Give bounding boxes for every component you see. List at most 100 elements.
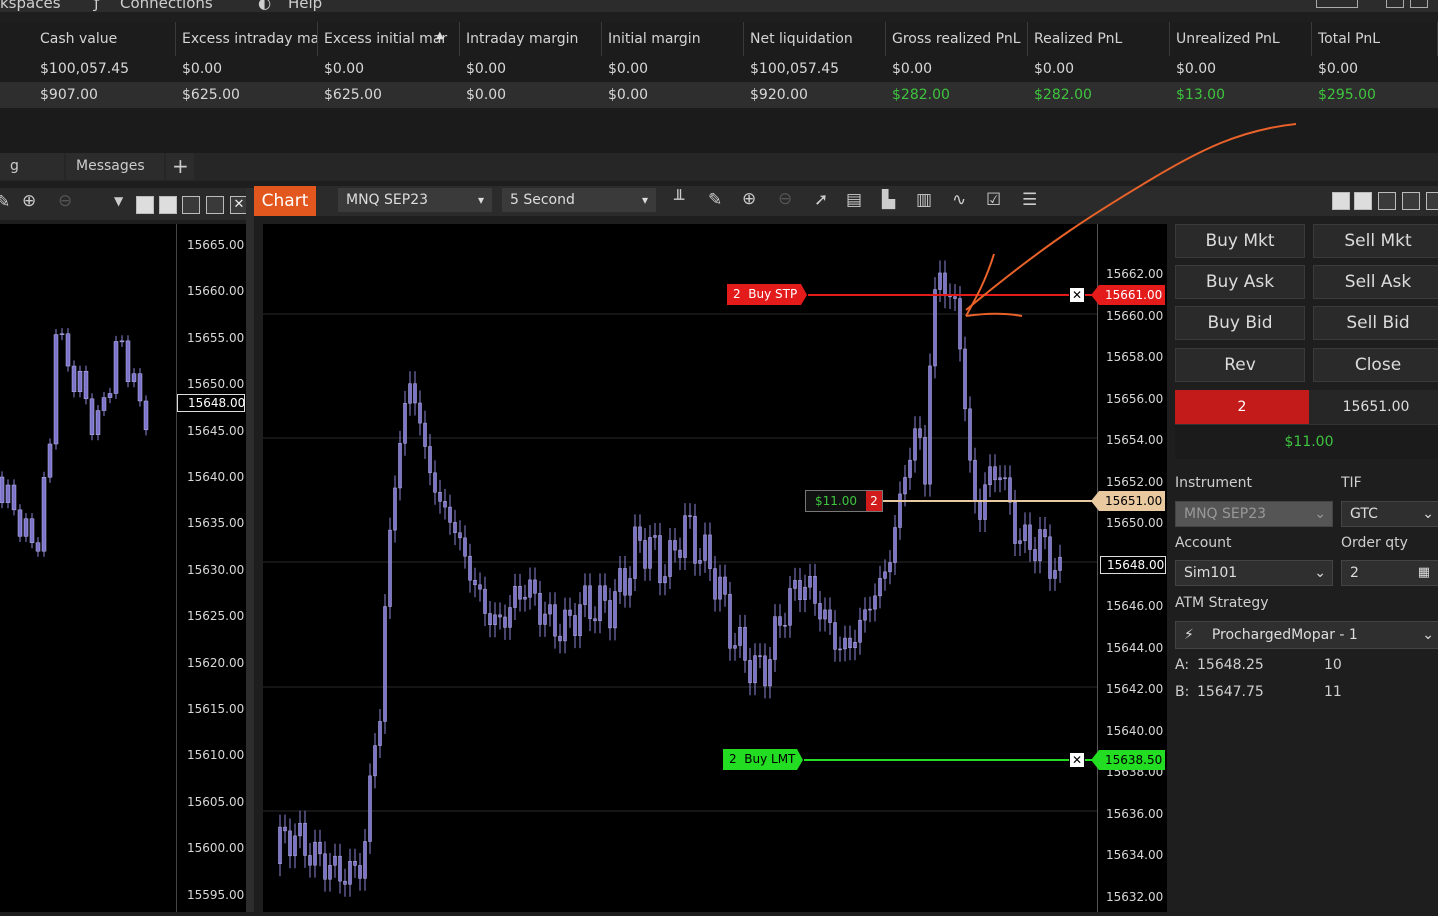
sell-mkt-button[interactable]: Sell Mkt — [1313, 224, 1438, 258]
candle — [528, 579, 532, 598]
maximize-button[interactable] — [206, 196, 224, 214]
column-header[interactable]: Initial margin — [602, 22, 744, 56]
zoom-out-icon[interactable]: ⊖ — [778, 189, 792, 209]
buy-mkt-button[interactable]: Buy Mkt — [1175, 224, 1305, 258]
candle — [768, 659, 772, 687]
window-restore-button[interactable] — [1386, 0, 1404, 8]
maximize-button[interactable] — [1402, 192, 1420, 210]
account-select[interactable]: Sim101 ⌄ — [1175, 560, 1333, 586]
cancel-limit-icon[interactable]: ✕ — [1069, 752, 1085, 768]
tif-select[interactable]: GTC ⌄ — [1341, 501, 1438, 527]
candle — [398, 443, 402, 489]
candle — [548, 604, 552, 615]
candle — [668, 540, 672, 577]
chart-trader-icon[interactable]: ▙ — [882, 190, 895, 210]
zoom-in-icon[interactable]: ⊕ — [742, 189, 756, 209]
candle — [508, 607, 512, 628]
column-header[interactable]: Gross realized PnL — [886, 22, 1028, 56]
minimize-button[interactable] — [182, 196, 200, 214]
candle — [498, 614, 502, 618]
buy-stop-order[interactable]: 2 Buy STP — [727, 284, 809, 306]
candle — [1018, 540, 1022, 544]
account-label: Account — [1175, 535, 1232, 551]
price-tick: 15650.00 — [187, 377, 245, 392]
sort-ascending-icon: ▲ — [436, 30, 444, 41]
draw-icon[interactable]: ✎ — [0, 192, 10, 212]
close-button[interactable] — [1426, 192, 1438, 210]
position-marker[interactable]: $11.00 2 — [805, 490, 883, 512]
price-tick: 15660.00 — [187, 284, 245, 299]
price-tick: 15630.00 — [187, 562, 245, 577]
zoom-in-icon[interactable]: ⊕ — [22, 191, 36, 211]
column-header[interactable]: Intraday margin — [460, 22, 602, 56]
candle — [53, 334, 59, 445]
instrument-field[interactable]: MNQ SEP23 ⌄ — [1175, 501, 1333, 527]
tab-messages[interactable]: Messages — [66, 153, 164, 180]
menu-connections[interactable]: Connections — [120, 0, 213, 12]
candle — [488, 613, 492, 626]
chevron-down-icon: ▾ — [477, 193, 484, 207]
column-header[interactable]: Total PnL — [1312, 22, 1438, 56]
zoom-out-icon[interactable]: ⊖ — [58, 191, 72, 211]
table-cell: $282.00 — [892, 87, 950, 103]
buy-limit-line[interactable] — [804, 759, 1098, 761]
candle — [35, 542, 41, 552]
tile-icon[interactable] — [136, 196, 154, 214]
left-chart-plot[interactable] — [0, 224, 176, 912]
candle — [308, 855, 312, 866]
drawing-tool-icon[interactable]: ✎ — [708, 190, 722, 210]
buy-limit-order[interactable]: 2 Buy LMT — [723, 749, 805, 771]
window-close-button[interactable] — [1410, 0, 1428, 8]
minimize-button[interactable] — [1378, 192, 1396, 210]
column-header[interactable]: Net liquidation — [744, 22, 886, 56]
column-header[interactable]: Cash value — [34, 22, 176, 56]
menu-workspaces[interactable]: kspaces — [0, 0, 61, 12]
candle — [578, 604, 582, 636]
bar-type-icon[interactable]: ╨ — [674, 190, 684, 210]
pointer-icon[interactable]: ➚ — [814, 190, 828, 210]
panel-divider[interactable] — [246, 188, 254, 912]
dropdown-icon[interactable]: ▼ — [114, 194, 123, 208]
calculator-icon[interactable]: ▦ — [1418, 561, 1430, 585]
price-tick: 15595.00 — [187, 887, 245, 902]
candle — [298, 822, 302, 837]
close-position-button[interactable]: Close — [1313, 348, 1438, 382]
column-header[interactable]: Realized PnL — [1028, 22, 1170, 56]
price-tick: 15640.00 — [1106, 723, 1164, 738]
chevron-down-icon: ⌄ — [1314, 506, 1326, 522]
interval-selector[interactable]: 5 Second ▾ — [502, 188, 656, 212]
tab-log[interactable]: g — [0, 153, 64, 180]
price-tick: 15610.00 — [187, 748, 245, 763]
price-tick: 15615.00 — [187, 702, 245, 716]
candle — [373, 745, 377, 777]
tile-icon-2[interactable] — [1354, 192, 1372, 210]
candle — [698, 560, 702, 564]
order-qty-field[interactable]: 2 ▦ — [1341, 560, 1438, 586]
chart-label: Chart — [254, 186, 316, 216]
instrument-selector[interactable]: MNQ SEP23 ▾ — [338, 188, 492, 212]
candle — [703, 534, 707, 561]
buy-ask-button[interactable]: Buy Ask — [1175, 265, 1305, 299]
watch-button[interactable] — [1316, 0, 1358, 8]
add-tab-button[interactable]: + — [166, 153, 194, 180]
tile-icon-2[interactable] — [159, 196, 177, 214]
buy-bid-button[interactable]: Buy Bid — [1175, 306, 1305, 340]
atm-strategy-select[interactable]: ⚡ ProchargedMopar - 1 ⌄ — [1175, 621, 1438, 649]
candle — [828, 609, 832, 623]
sell-ask-button[interactable]: Sell Ask — [1313, 265, 1438, 299]
price-tick: 15658.00 — [1106, 350, 1164, 364]
reverse-button[interactable]: Rev — [1175, 348, 1305, 382]
left-price-axis[interactable]: 15665.00 15660.00 15655.00 15650.00 15645.00… — [176, 224, 247, 912]
accounts-grid: Cash value Excess intraday mar Excess init… — [0, 22, 1438, 110]
column-header[interactable]: Unrealized PnL — [1170, 22, 1312, 56]
candle — [713, 568, 717, 600]
sell-bid-button[interactable]: Sell Bid — [1313, 306, 1438, 340]
data-box-icon[interactable]: ▤ — [846, 190, 862, 210]
tile-icon[interactable] — [1332, 192, 1350, 210]
table-cell: $0.00 — [1176, 61, 1217, 77]
column-header[interactable]: Excess intraday mar — [176, 22, 318, 56]
table-cell: $13.00 — [1176, 87, 1225, 103]
price-tick: 15620.00 — [187, 655, 245, 670]
menu-help[interactable]: Help — [288, 0, 322, 12]
price-tick: 15600.00 — [187, 841, 245, 856]
